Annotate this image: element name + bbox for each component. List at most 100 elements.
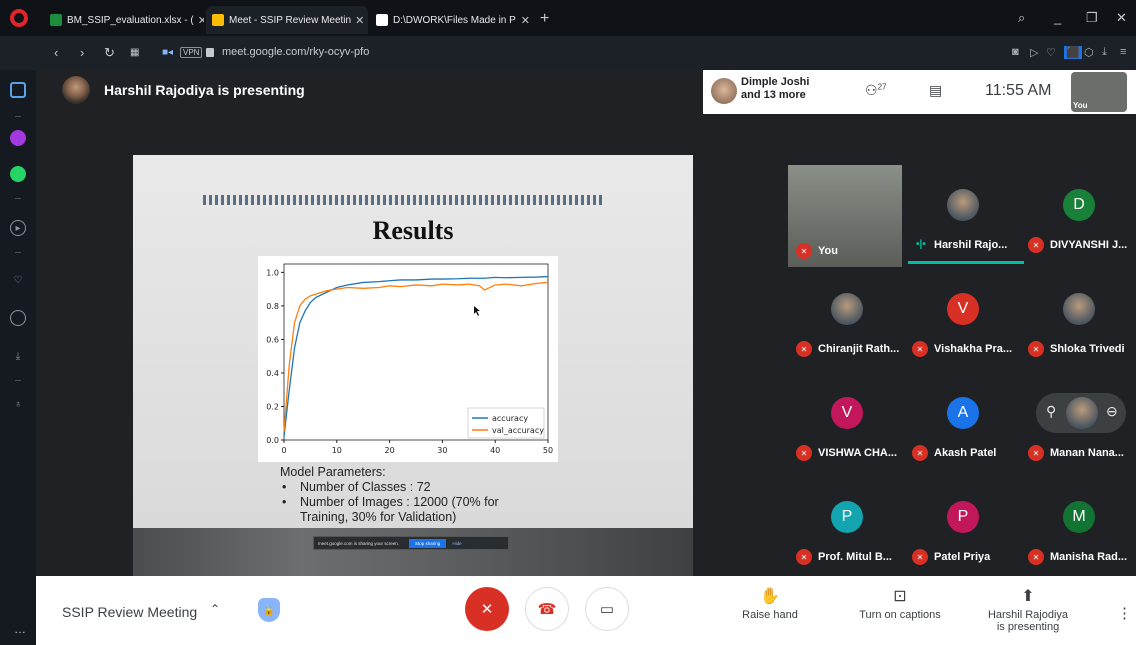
meeting-controls-bar: SSIP Review Meeting ⌃ 🔒 ✕ ☎ ▭ ✋ Raise ha… — [36, 576, 1136, 645]
x-tick-label: 50 — [543, 446, 553, 455]
slide-title: Results — [372, 216, 454, 245]
tab-excel[interactable]: BM_SSIP_evaluation.xlsx - (✕ — [44, 6, 204, 34]
more-options-icon[interactable]: ⋮ — [1117, 604, 1132, 622]
tab-file[interactable]: D:\DWORK\Files Made in P ✕ — [370, 6, 536, 34]
list-item: Number of Images : 12000 (70% for Traini… — [280, 495, 520, 525]
mic-muted-icon: ✕ — [1028, 445, 1044, 461]
divider — [15, 252, 21, 253]
mic-muted-icon: ✕ — [912, 341, 928, 357]
legend-label: val_accuracy — [492, 426, 544, 435]
chart-svg: 0 10 20 30 40 50 0.0 0.2 0.4 0.6 0.8 1.0 accuracy val… — [266, 263, 553, 455]
participant-tile[interactable]: P ✕ Prof. Mitul B... — [788, 471, 902, 581]
hide-button[interactable]: Hide — [452, 541, 461, 546]
participant-name: Harshil Rajo... — [934, 239, 1008, 251]
sheets-icon — [50, 14, 62, 26]
avatar — [947, 189, 979, 221]
menu-icon[interactable]: ≡ — [1120, 46, 1126, 58]
search-icon[interactable]: ⌕ — [1018, 10, 1025, 26]
participant-tile[interactable]: •|• Harshil Rajo... — [904, 159, 1024, 269]
mic-muted-icon: ✕ — [912, 445, 928, 461]
download-icon[interactable]: ⤓ — [1102, 46, 1107, 59]
participant-tile[interactable]: V ✕ Vishakha Pra... — [904, 263, 1018, 373]
model-parameters: Model Parameters: Number of Classes : 72… — [280, 465, 520, 525]
participant-tile[interactable]: ✕ You — [788, 165, 902, 267]
home-icon[interactable] — [10, 82, 26, 98]
participant-name: Vishakha Pra... — [934, 343, 1013, 355]
close-window-button[interactable]: ✕ — [1116, 10, 1127, 26]
params-list: Number of Classes : 72 Number of Images … — [280, 480, 520, 525]
more-sidebar-icon[interactable]: … — [14, 622, 26, 636]
vpn-badge[interactable]: VPN — [180, 47, 203, 58]
hand-icon: ✋ — [760, 588, 780, 605]
mic-muted-icon: ✕ — [912, 549, 928, 565]
lightbulb-icon[interactable]: ♁ — [10, 396, 26, 412]
x-tick-label: 20 — [385, 446, 395, 455]
close-icon[interactable]: ✕ — [351, 14, 364, 27]
speed-dial-icon[interactable]: ▦ — [130, 47, 139, 58]
minimize-button[interactable]: _ — [1054, 10, 1061, 25]
pin-icon[interactable]: ⚲ — [1046, 403, 1056, 420]
history-icon[interactable] — [10, 310, 26, 326]
slide-decoration — [203, 195, 605, 205]
stop-sharing-button[interactable]: Stop sharing — [409, 538, 447, 548]
play-icon[interactable]: ▷ — [1030, 46, 1038, 59]
leave-call-button[interactable]: ☎ — [525, 587, 569, 631]
self-label: You — [1073, 101, 1088, 110]
participant-name: VISHWA CHA... — [818, 447, 898, 459]
x-tick-label: 0 — [281, 446, 286, 455]
snapshot-icon[interactable]: ◙ — [1012, 46, 1019, 58]
whatsapp-icon[interactable] — [10, 166, 26, 182]
back-button[interactable]: ‹ — [54, 45, 58, 60]
self-video-thumbnail[interactable]: You — [1071, 72, 1127, 112]
raise-hand-button[interactable]: ✋ Raise hand — [730, 586, 810, 621]
avatar: P — [947, 501, 979, 533]
meeting-name[interactable]: SSIP Review Meeting — [62, 604, 197, 620]
forward-button[interactable]: › — [80, 45, 84, 60]
participant-tile[interactable]: D ✕ DIVYANSHI J... — [1020, 159, 1134, 269]
mic-off-button[interactable]: ✕ — [465, 587, 509, 631]
presenting-button[interactable]: ⬆ Harshil Rajodiya is presenting — [968, 586, 1088, 633]
close-icon[interactable]: ✕ — [517, 14, 530, 27]
mic-muted-icon: ✕ — [796, 549, 812, 565]
shield-icon[interactable]: 🔒 — [258, 598, 280, 622]
people-icon[interactable]: ⚇27 — [865, 82, 886, 99]
x-tick-label: 10 — [332, 446, 342, 455]
extension-icon[interactable]: ⬛ — [1064, 46, 1082, 59]
mic-muted-icon: ✕ — [1028, 549, 1044, 565]
player-icon[interactable]: ▸ — [10, 220, 26, 236]
presenting-title: Harshil Rajodiya is presenting — [104, 82, 305, 98]
captions-button[interactable]: ⊡ Turn on captions — [848, 586, 952, 621]
heart-icon[interactable]: ♡ — [1046, 46, 1056, 59]
new-tab-button[interactable]: + — [540, 10, 549, 28]
participants-summary[interactable]: Dimple Joshi and 13 more — [741, 76, 809, 102]
url-field[interactable]: meet.google.com/rky-ocyv-pfo — [222, 46, 369, 58]
y-tick-label: 1.0 — [266, 268, 279, 277]
remove-icon[interactable]: ⊖ — [1106, 403, 1118, 420]
cube-icon[interactable]: ⬡ — [1084, 46, 1094, 59]
clock: 11:55 AM — [985, 82, 1052, 99]
close-icon[interactable]: ✕ — [194, 14, 204, 27]
tab-meet[interactable]: Meet - SSIP Review Meetin ✕ — [206, 6, 368, 34]
camera-icon: ■◂ — [162, 47, 174, 58]
avatar — [1063, 293, 1095, 325]
reload-button[interactable]: ↻ — [104, 45, 115, 61]
participant-tile[interactable]: A ✕ Akash Patel — [904, 367, 1018, 477]
camera-button[interactable]: ▭ — [585, 587, 629, 631]
mic-muted-icon: ✕ — [796, 445, 812, 461]
opera-logo-icon[interactable] — [10, 9, 28, 27]
lock-icon[interactable] — [206, 48, 214, 57]
messenger-icon[interactable] — [10, 130, 26, 146]
maximize-button[interactable]: ❐ — [1086, 10, 1098, 26]
participant-tile[interactable]: M ✕ Manisha Rad... — [1020, 471, 1134, 581]
participant-tile[interactable]: ✕ Shloka Trivedi — [1020, 263, 1134, 373]
download-icon[interactable]: ⤓ — [10, 348, 26, 364]
participant-tile[interactable]: ⚲ ⊖ ✕ Manan Nana... — [1020, 367, 1134, 477]
participant-tile[interactable]: V ✕ VISHWA CHA... — [788, 367, 902, 477]
meet-icon — [212, 14, 224, 26]
chevron-up-icon[interactable]: ⌃ — [210, 602, 220, 616]
participant-tile[interactable]: ✕ Chiranjit Rath... — [788, 263, 902, 373]
y-tick-label: 0.6 — [266, 335, 279, 344]
heart-icon[interactable]: ♡ — [10, 272, 26, 288]
chat-icon[interactable]: ▤ — [929, 82, 942, 99]
participant-tile[interactable]: P ✕ Patel Priya — [904, 471, 1018, 581]
